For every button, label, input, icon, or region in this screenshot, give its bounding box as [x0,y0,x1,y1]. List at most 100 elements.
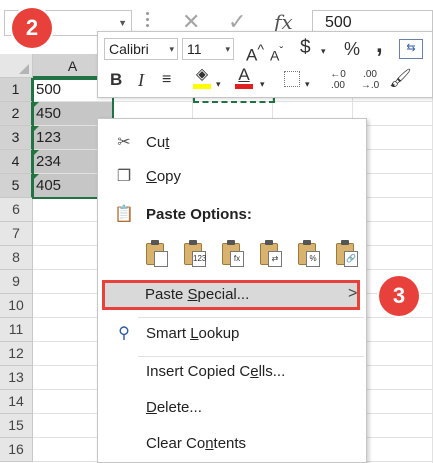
menu-item-label: Cu [146,134,166,151]
menu-item-label: tents [213,435,247,452]
menu-item-accel: n [205,435,214,452]
fill-color-icon[interactable]: ◈ [190,66,214,92]
clipboard-icon: 📋 [114,206,134,223]
row-header[interactable]: 9 [0,270,33,294]
decrease-font-size-icon[interactable]: Aˇ [270,42,283,66]
menu-item-insert-copied-cells[interactable]: Insert Copied Cells... [98,356,366,388]
menu-item-label: elete... [156,399,202,416]
row-header[interactable]: 1 [0,78,33,102]
paste-values-icon[interactable]: 123 [182,239,208,269]
menu-item-label: lls... [258,363,286,380]
error-indicator-icon [33,102,39,108]
row-headers: 1 2 3 4 5 6 7 8 9 10 11 12 13 14 15 16 [0,78,33,462]
paint-bucket-icon: ◈ [195,66,209,83]
menu-item-accel: S [187,286,198,303]
menu-item-smart-lookup[interactable]: ⚲ Smart Lookup [98,318,366,350]
decrease-decimal-icon[interactable]: .00 →.0 [358,69,382,91]
grow-label: A [246,45,258,65]
menu-item-accel: t [165,134,170,151]
paste-options-row: 123 fx ⇄ % 🔗 [144,237,366,273]
menu-item-label: Smart [146,325,191,342]
paste-options-heading: 📋 Paste Options: [98,199,366,231]
row-header[interactable]: 14 [0,390,33,414]
mini-toolbar: Calibri ▾ 11 ▾ A^ Aˇ $ ▾ % , ⇆ B I ≡ ◈ ▾… [97,31,433,98]
menu-item-cut[interactable]: ✂ Cut [98,127,366,159]
row-header[interactable]: 11 [0,318,33,342]
menu-item-delete[interactable]: Delete... [98,392,366,424]
row-header[interactable]: 16 [0,438,33,462]
cell-value: 234 [36,153,62,170]
chevron-down-icon[interactable]: ▾ [216,74,221,94]
borders-icon[interactable] [284,71,300,87]
menu-item-accel: C [146,168,157,185]
fill-color-swatch [193,84,211,89]
center-align-icon[interactable]: ≡ [162,70,171,90]
row-header[interactable]: 10 [0,294,33,318]
comma-style-icon[interactable]: , [376,33,383,57]
row-header[interactable]: 5 [0,174,33,198]
increase-font-size-icon[interactable]: A^ [246,40,264,66]
row-header[interactable]: 8 [0,246,33,270]
cell-value: 500 [36,81,62,98]
scissors-icon: ✂ [117,134,131,151]
bold-icon[interactable]: B [110,70,122,90]
menu-item-label: ookup [198,325,240,342]
menu-item-copy[interactable]: ❐ Copy [98,161,366,193]
row-header[interactable]: 4 [0,150,33,174]
menu-item-paste-special[interactable]: Paste Special... [102,280,360,310]
cell-value: 123 [36,129,62,146]
font-size-value: 11 [187,41,202,57]
shrink-label: A [270,47,280,64]
chevron-down-icon[interactable]: ▾ [305,74,310,94]
percent-style-icon[interactable]: % [344,39,360,59]
menu-item-label: opy [156,168,182,185]
font-color-letter: A [238,65,250,84]
paste-formulas-icon[interactable]: fx [220,239,246,269]
increase-decimal-icon[interactable]: ←0.00 [326,69,350,91]
paste-special-row: Paste Special... [98,277,366,313]
merge-center-icon[interactable]: ⇆ [399,39,423,59]
row-header[interactable]: 6 [0,198,33,222]
menu-item-accel: e [250,363,259,380]
error-indicator-icon [33,174,39,180]
menu-heading-label: Paste Options: [146,206,252,223]
chevron-down-icon[interactable]: ▼ [118,18,127,28]
menu-item-accel: D [146,399,157,416]
font-color-icon[interactable]: A [232,66,256,92]
select-all-corner[interactable] [0,54,33,78]
font-size-combo[interactable]: 11 ▾ [182,38,234,60]
menu-item-label: Insert Copied C [146,363,251,380]
search-icon: ⚲ [118,325,130,342]
currency-format-icon[interactable]: $ [300,38,311,58]
font-name-value: Calibri [109,41,149,57]
menu-item-clear-contents[interactable]: Clear Contents [98,428,366,460]
cell-value: 405 [36,177,62,194]
paste-transpose-icon[interactable]: ⇄ [258,239,284,269]
cell-value: 450 [36,105,62,122]
row-header[interactable]: 7 [0,222,33,246]
paste-link-icon[interactable]: 🔗 [334,239,360,269]
italic-icon[interactable]: I [138,70,144,90]
paste-formatting-icon[interactable]: % [296,239,322,269]
menu-item-label: Paste [145,286,188,303]
row-header[interactable]: 3 [0,126,33,150]
chevron-down-icon[interactable]: ▾ [260,74,265,94]
context-menu: ✂ Cut ❐ Copy 📋 Paste Options: 123 fx ⇄ %… [97,118,367,463]
row-header[interactable]: 12 [0,342,33,366]
chevron-down-icon[interactable]: ▾ [169,39,174,59]
font-name-combo[interactable]: Calibri ▾ [104,38,178,60]
menu-item-accel: L [190,325,199,342]
font-color-swatch [235,84,253,89]
format-painter-icon[interactable]: 🖌 [389,68,412,88]
error-indicator-icon [33,150,39,156]
chevron-down-icon[interactable]: ▾ [321,41,326,61]
step-badge-3: 3 [379,276,419,316]
row-header[interactable]: 13 [0,366,33,390]
row-header[interactable]: 2 [0,102,33,126]
paste-icon[interactable] [144,239,170,269]
step-badge-2: 2 [12,8,52,48]
chevron-right-icon[interactable]: > [348,285,357,303]
chevron-down-icon[interactable]: ▾ [225,39,230,59]
row-header[interactable]: 15 [0,414,33,438]
menu-item-label: pecial... [197,286,250,303]
